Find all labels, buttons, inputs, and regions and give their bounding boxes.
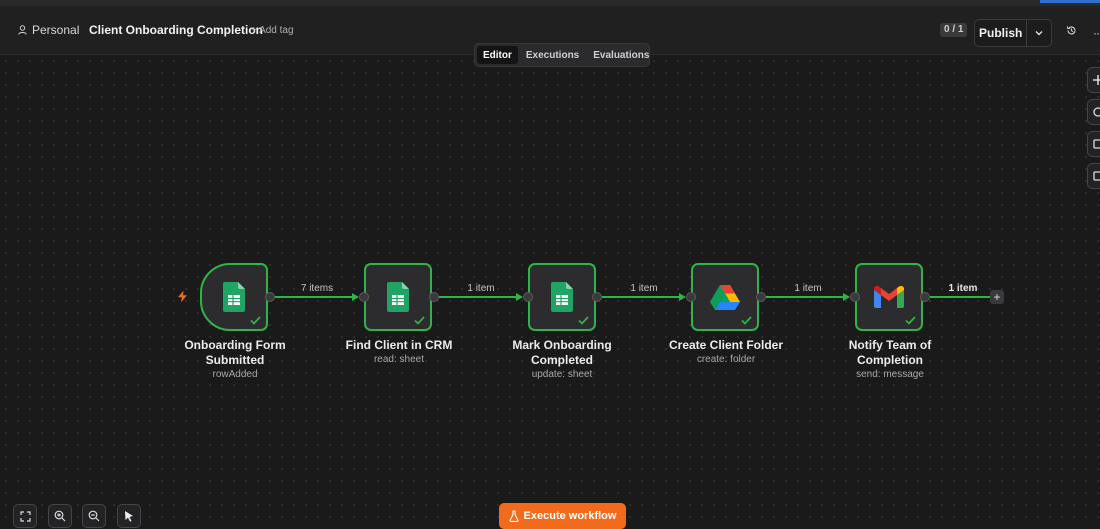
node-subtitle: send: message <box>856 369 924 380</box>
google-sheets-icon <box>387 282 409 312</box>
node-title: Onboarding Form Submitted <box>175 338 295 368</box>
success-check-icon <box>905 316 916 325</box>
workflow-node[interactable] <box>528 263 596 331</box>
google-drive-icon <box>710 285 740 310</box>
workflow-node[interactable] <box>200 263 268 331</box>
node-subtitle: read: sheet <box>373 354 425 365</box>
node-input-port[interactable] <box>850 292 860 302</box>
success-check-icon <box>414 316 425 325</box>
node-subtitle: update: sheet <box>531 369 593 380</box>
node-subtitle: rowAdded <box>212 369 258 380</box>
tab-editor[interactable]: Editor <box>477 46 518 64</box>
execute-workflow-button[interactable]: Execute workflow <box>499 503 626 529</box>
zoom-in-button[interactable] <box>48 504 72 528</box>
cursor-icon <box>125 511 133 522</box>
node-input-port[interactable] <box>523 292 533 302</box>
node-output-port[interactable] <box>592 292 602 302</box>
node-subtitle: create: folder <box>696 354 756 365</box>
gmail-icon <box>874 286 904 308</box>
zoom-out-button[interactable] <box>82 504 106 528</box>
execute-workflow-label: Execute workflow <box>523 510 617 522</box>
node-output-port[interactable] <box>756 292 766 302</box>
arrow-head <box>679 293 686 301</box>
tab-executions[interactable]: Executions <box>520 46 585 64</box>
workflow-node[interactable] <box>691 263 759 331</box>
node-title: Notify Team of Completion <box>825 338 955 368</box>
fit-view-button[interactable] <box>13 504 37 528</box>
node-title: Mark Onboarding Completed <box>497 338 627 368</box>
zoom-in-icon <box>54 510 66 522</box>
zoom-out-icon <box>88 510 100 522</box>
node-input-port[interactable] <box>359 292 369 302</box>
success-check-icon <box>741 316 752 325</box>
success-check-icon <box>578 316 589 325</box>
connection-label: 1 item <box>948 283 978 294</box>
node-title-line: Find Client in CRM <box>345 338 453 352</box>
node-title-line: Notify Team of <box>848 338 932 352</box>
node-title: Create Client Folder <box>656 338 796 353</box>
fullscreen-icon <box>19 510 31 522</box>
node-input-port[interactable] <box>686 292 696 302</box>
connection-label: 1 item <box>467 283 495 294</box>
node-title-line: Completed <box>530 353 593 367</box>
arrow-head <box>516 293 523 301</box>
arrow-head <box>843 293 850 301</box>
node-output-port[interactable] <box>920 292 930 302</box>
trigger-bolt-icon <box>178 290 187 303</box>
google-sheets-icon <box>551 282 573 312</box>
view-tabs: Editor Executions Evaluations <box>474 43 650 67</box>
node-title-line: Mark Onboarding <box>512 338 612 352</box>
node-title-line: Create Client Folder <box>668 338 784 352</box>
node-title-line: Completion <box>857 353 923 367</box>
arrow-head <box>352 293 359 301</box>
node-title-line: Submitted <box>205 353 265 367</box>
tab-evaluations[interactable]: Evaluations <box>587 46 655 64</box>
workflow-node[interactable] <box>364 263 432 331</box>
connection-label: 1 item <box>794 283 822 294</box>
add-next-node-button[interactable]: + <box>990 290 1004 304</box>
tidy-up-button[interactable] <box>117 504 141 528</box>
node-output-port[interactable] <box>429 292 439 302</box>
node-title-line: Onboarding Form <box>184 338 286 352</box>
node-output-port[interactable] <box>265 292 275 302</box>
workflow-node[interactable] <box>855 263 923 331</box>
connections-layer <box>275 293 990 301</box>
node-title: Find Client in CRM <box>334 338 464 353</box>
google-sheets-icon <box>223 282 245 312</box>
connection-label: 1 item <box>630 283 658 294</box>
flask-icon <box>508 510 519 522</box>
success-check-icon <box>250 316 261 325</box>
connection-label: 7 items <box>300 283 334 294</box>
